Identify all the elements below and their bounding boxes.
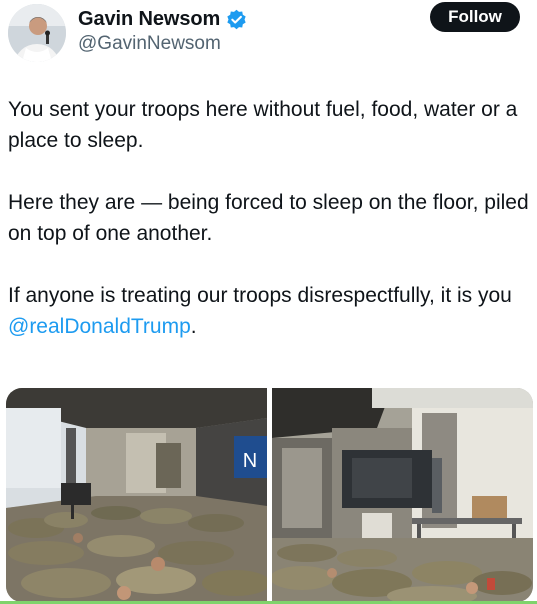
tweet-paragraph-1: You sent your troops here without fuel, … [8, 98, 518, 152]
verified-badge-icon [226, 9, 247, 30]
profile-photo-icon [8, 4, 66, 62]
tweet-card: Gavin Newsom @GavinNewsom Follow You sen… [0, 0, 537, 604]
media-photo-1[interactable]: N [6, 388, 267, 602]
tweet-paragraph-3-text: If anyone is treating our troops disresp… [8, 284, 512, 307]
display-name[interactable]: Gavin Newsom [78, 8, 220, 31]
avatar[interactable] [8, 4, 66, 62]
media-gallery: N [6, 388, 533, 602]
tweet-paragraph-3: If anyone is treating our troops disresp… [8, 280, 530, 342]
tweet-text: You sent your troops here without fuel, … [8, 94, 530, 373]
tweet-paragraph-2: Here they are — being forced to sleep on… [8, 191, 529, 245]
sign-letter: N [243, 450, 257, 472]
photo-troops-sleeping-hallway-icon: N [6, 388, 267, 602]
mention-link[interactable]: @realDonaldTrump [8, 315, 191, 338]
photo-troops-sleeping-warehouse-icon [272, 388, 533, 602]
tweet-paragraph-3-end: . [190, 315, 197, 338]
media-photo-2[interactable] [272, 388, 533, 602]
follow-button[interactable]: Follow [430, 2, 520, 32]
author-name-row: Gavin Newsom [78, 6, 247, 32]
author-handle[interactable]: @GavinNewsom [78, 33, 221, 55]
